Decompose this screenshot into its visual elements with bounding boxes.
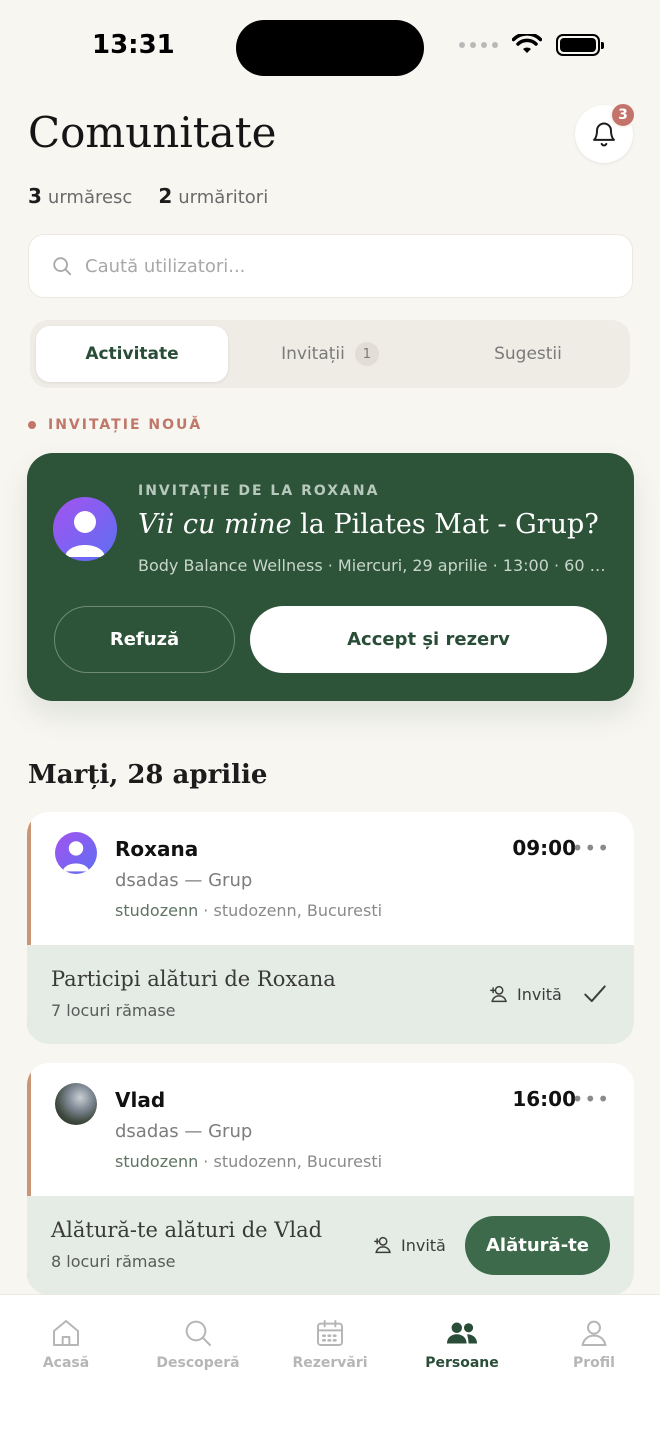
spots-remaining: 7 locuri rămase (51, 1001, 176, 1020)
add-user-icon (374, 1236, 391, 1254)
tab-activitate[interactable]: Activitate (36, 326, 228, 382)
activity-status: Alătură-te alături de Vlad (51, 1218, 323, 1242)
status-icons (459, 34, 604, 56)
status-bar: 13:31 (0, 0, 660, 100)
notification-badge: 3 (610, 102, 636, 128)
tab-count-badge: 1 (354, 342, 379, 366)
join-button[interactable]: Alătură-te (465, 1216, 610, 1275)
section-label: INVITAȚIE NOUĂ (48, 417, 203, 433)
refuse-button[interactable]: Refuză (54, 606, 235, 673)
home-icon (53, 1320, 79, 1346)
activity-status: Participi alături de Roxana (51, 967, 336, 991)
activity-class: dsadas — Grup (115, 870, 253, 891)
tab-label: Activitate (85, 344, 179, 364)
studio-name: studozenn (115, 901, 199, 920)
day-heading: Marți, 28 aprilie (28, 760, 268, 790)
avatar (53, 497, 117, 561)
tab-label: Invitații (281, 344, 345, 364)
following-count: 3 (28, 184, 42, 208)
invitation-title-rest: la Pilates Mat - Grup? (291, 509, 599, 540)
tab-sugestii[interactable]: Sugestii (432, 326, 624, 382)
invite-label: Invită (517, 984, 562, 1004)
segmented-tabs: Activitate Invitații 1 Sugestii (30, 320, 630, 388)
search-icon (185, 1320, 211, 1346)
activity-time: 16:00 (512, 1087, 576, 1111)
following-label: urmăresc (47, 187, 133, 208)
activity-location: studozenn · studozenn, Bucuresti (115, 1152, 382, 1171)
accept-button[interactable]: Accept și rezerv (250, 606, 607, 673)
invitation-details: Body Balance Wellness · Miercuri, 29 apr… (138, 556, 608, 575)
activity-card[interactable]: Vlad 16:00 ••• dsadas — Grup studozenn ·… (27, 1063, 634, 1295)
nav-item-persoane[interactable]: Persoane (396, 1317, 528, 1371)
wifi-icon (512, 34, 542, 53)
studio-name: studozenn (115, 1152, 199, 1171)
follow-stats: 3 urmăresc 2 urmăritori (28, 184, 268, 208)
tab-label: Sugestii (494, 344, 562, 364)
location-text: · studozenn, Bucuresti (198, 901, 383, 920)
activity-time: 09:00 (512, 836, 576, 860)
invitation-title: Vii cu mine la Pilates Mat - Grup? (138, 509, 599, 540)
nav-label: Acasă (42, 1355, 90, 1371)
add-user-icon (490, 985, 507, 1003)
calendar-icon (317, 1320, 343, 1346)
search-placeholder: Caută utilizatori... (85, 255, 246, 277)
search-icon (53, 257, 72, 276)
followers-stat[interactable]: 2 urmăritori (158, 184, 268, 208)
followers-count: 2 (158, 184, 173, 208)
activity-location: studozenn · studozenn, Bucuresti (115, 901, 382, 920)
nav-item-descopera[interactable]: Descoperă (132, 1317, 264, 1371)
dynamic-island (236, 20, 424, 76)
user-icon (581, 1320, 607, 1346)
nav-item-profil[interactable]: Profil (528, 1317, 660, 1371)
new-invitation-label: INVITAȚIE NOUĂ (28, 417, 202, 433)
status-time: 13:31 (92, 30, 175, 60)
activity-card[interactable]: Roxana 09:00 ••• dsadas — Grup studozenn… (27, 812, 634, 1044)
avatar (55, 832, 97, 874)
invitation-card: INVITAȚIE DE LA ROXANA Vii cu mine la Pi… (27, 453, 634, 701)
page-title: Comunitate (28, 108, 277, 157)
location-text: · studozenn, Bucuresti (198, 1152, 383, 1171)
spots-remaining: 8 locuri rămase (51, 1252, 176, 1271)
activity-footer: Alătură-te alături de Vlad 8 locuri răma… (27, 1196, 634, 1295)
invitation-title-italic: Vii cu mine (138, 509, 292, 540)
activity-class: dsadas — Grup (115, 1121, 253, 1142)
user-placeholder-icon (62, 841, 90, 872)
battery-icon (556, 34, 604, 56)
bottom-navigation: Acasă Descoperă Rezervări Persoane Profi… (0, 1294, 660, 1434)
activity-user-name: Vlad (115, 1088, 166, 1112)
more-options-icon[interactable]: ••• (572, 836, 610, 860)
nav-item-rezervari[interactable]: Rezervări (264, 1317, 396, 1371)
nav-label: Descoperă (156, 1355, 240, 1371)
following-stat[interactable]: 3 urmăresc (28, 184, 132, 208)
signal-icon (459, 42, 498, 48)
search-input[interactable]: Caută utilizatori... (28, 234, 633, 298)
invite-label: Invită (401, 1235, 446, 1255)
invitation-from: INVITAȚIE DE LA ROXANA (138, 483, 380, 499)
activity-user-name: Roxana (115, 837, 199, 861)
followers-label: urmăritori (178, 187, 269, 208)
check-icon (584, 985, 606, 1003)
dot-indicator (28, 421, 36, 429)
invite-button[interactable]: Invită (489, 983, 562, 1005)
nav-item-acasa[interactable]: Acasă (0, 1317, 132, 1371)
nav-label: Persoane (425, 1355, 499, 1371)
people-icon (446, 1322, 478, 1344)
nav-label: Profil (573, 1355, 615, 1371)
tab-invitatii[interactable]: Invitații 1 (234, 326, 426, 382)
activity-footer: Participi alături de Roxana 7 locuri răm… (27, 945, 634, 1044)
user-placeholder-icon (65, 511, 105, 557)
invite-button[interactable]: Invită (373, 1234, 446, 1256)
avatar (55, 1083, 97, 1125)
more-options-icon[interactable]: ••• (572, 1087, 610, 1111)
nav-label: Rezervări (292, 1355, 368, 1371)
